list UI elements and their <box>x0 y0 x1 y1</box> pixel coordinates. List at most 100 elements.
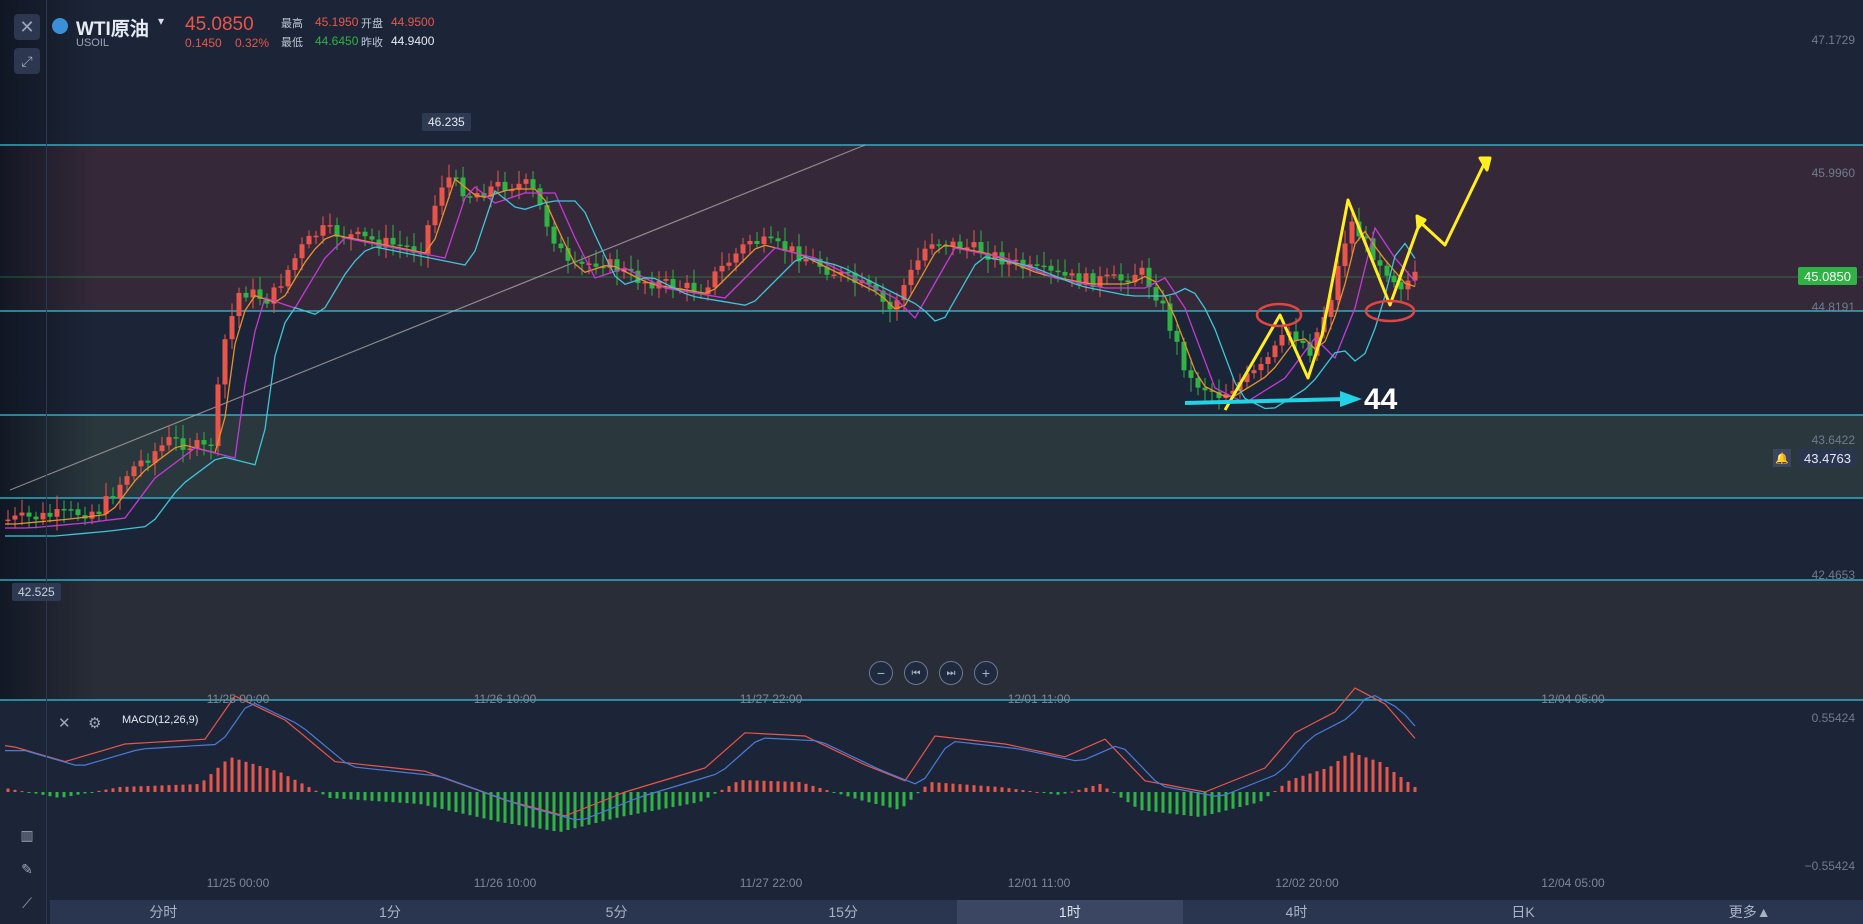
macd-bar <box>153 785 157 792</box>
macd-bar <box>965 784 969 792</box>
macd-bar <box>1196 792 1200 817</box>
period-tab[interactable]: 5分 <box>503 900 730 924</box>
candle-body <box>1335 265 1341 301</box>
candle-body <box>96 511 102 514</box>
candle-body <box>831 274 837 277</box>
candle-body <box>1349 221 1355 244</box>
macd-bar <box>97 790 101 792</box>
macd-bar <box>258 766 262 792</box>
candle-body <box>61 508 67 511</box>
candle-body <box>495 181 501 187</box>
macd-bar <box>846 792 850 797</box>
resistance-zone <box>0 145 1863 311</box>
macd-bar <box>1014 789 1018 792</box>
period-tab[interactable]: 日K <box>1410 900 1637 924</box>
alert-price-badge: 43.4763 <box>1798 449 1857 467</box>
step-back-icon[interactable]: ⏮ <box>904 661 928 685</box>
macd-bar <box>1364 757 1368 792</box>
macd-bar <box>1119 792 1123 798</box>
macd-bar <box>755 780 759 792</box>
macd-bar <box>552 792 556 831</box>
macd-bar <box>461 792 465 814</box>
chart-canvas[interactable] <box>0 0 1863 924</box>
macd-bar <box>111 788 115 792</box>
macd-bar <box>433 792 437 808</box>
pen-icon[interactable]: ✎ <box>14 856 40 882</box>
candle-body <box>929 244 935 249</box>
left-toolbar: ✕ ⤢ ▥ ✎ ⟋ <box>0 0 47 924</box>
macd-bar <box>1189 792 1193 816</box>
close-icon[interactable]: ✕ <box>14 14 40 40</box>
candle-body <box>285 269 291 287</box>
macd-bar <box>657 792 661 810</box>
macd-bar <box>727 786 731 792</box>
macd-title: MACD(12,26,9) <box>122 714 199 726</box>
candle-body <box>1391 275 1397 283</box>
period-tab[interactable]: 4时 <box>1183 900 1410 924</box>
macd-bar <box>1231 792 1235 809</box>
period-tab-more[interactable]: 更多▲ <box>1636 900 1863 924</box>
macd-bar <box>1168 792 1172 814</box>
price-axis-label: 43.6422 <box>1811 433 1855 447</box>
gear-icon[interactable]: ⚙ <box>88 714 101 732</box>
period-tab[interactable]: 1分 <box>277 900 504 924</box>
macd-bar <box>566 792 570 830</box>
candle-body <box>159 445 165 452</box>
prev-close-value: 44.9400 <box>391 34 435 48</box>
macd-bar <box>1308 773 1312 792</box>
candle-body <box>1055 270 1061 273</box>
macd-bar <box>769 781 773 792</box>
macd-bar <box>62 792 66 798</box>
macd-bar <box>139 786 143 792</box>
candle-body <box>103 496 109 514</box>
candle-body <box>89 511 95 519</box>
candle-body <box>712 271 718 288</box>
lower-zone <box>0 580 1863 700</box>
macd-bar <box>860 792 864 801</box>
macd-bar <box>1329 766 1333 792</box>
period-tab-active[interactable]: 1时 <box>956 900 1184 924</box>
draw-tool-icon[interactable]: ⤢ <box>14 48 40 74</box>
indicator-icon[interactable]: ▥ <box>14 822 40 848</box>
macd-bar <box>979 785 983 792</box>
macd-bar <box>1063 792 1067 794</box>
minus-icon[interactable]: − <box>869 661 893 685</box>
macd-bar <box>244 761 248 792</box>
macd-bar <box>1301 775 1305 792</box>
candle-body <box>180 438 186 450</box>
line-tool-icon[interactable]: ⟋ <box>14 890 40 916</box>
candle-body <box>446 177 452 188</box>
macd-bar <box>195 784 199 792</box>
candle-body <box>124 476 130 485</box>
plus-icon[interactable]: + <box>974 661 998 685</box>
candle-body <box>278 286 284 288</box>
step-forward-icon[interactable]: ⏭ <box>939 661 963 685</box>
candle-body <box>1342 243 1348 266</box>
candle-body <box>1104 274 1110 277</box>
change-pct: 0.32% <box>235 36 270 50</box>
macd-bar <box>1413 787 1417 792</box>
candle-body <box>453 177 459 179</box>
candle-body <box>1293 331 1299 341</box>
macd-bar <box>1042 792 1046 793</box>
low-value: 44.6450 <box>315 34 359 48</box>
chevron-down-icon[interactable]: ▾ <box>158 14 164 28</box>
macd-bar <box>237 759 241 792</box>
candle-body <box>789 246 795 252</box>
macd-bar <box>216 767 220 792</box>
macd-bar <box>517 792 521 826</box>
macd-bar <box>1000 787 1004 792</box>
macd-bar <box>265 768 269 792</box>
macd-bar <box>678 792 682 806</box>
macd-bar <box>1084 787 1088 792</box>
period-tab[interactable]: 15分 <box>730 900 957 924</box>
macd-bar <box>482 792 486 819</box>
period-tab[interactable]: 分时 <box>50 900 277 924</box>
bell-icon[interactable]: 🔔 <box>1773 449 1791 467</box>
macd-bar <box>1161 792 1165 813</box>
macd-bar <box>454 792 458 813</box>
macd-close-icon[interactable]: ✕ <box>58 714 71 732</box>
macd-bar <box>363 792 367 801</box>
macd-bar <box>1203 792 1207 816</box>
macd-bar <box>629 792 633 815</box>
